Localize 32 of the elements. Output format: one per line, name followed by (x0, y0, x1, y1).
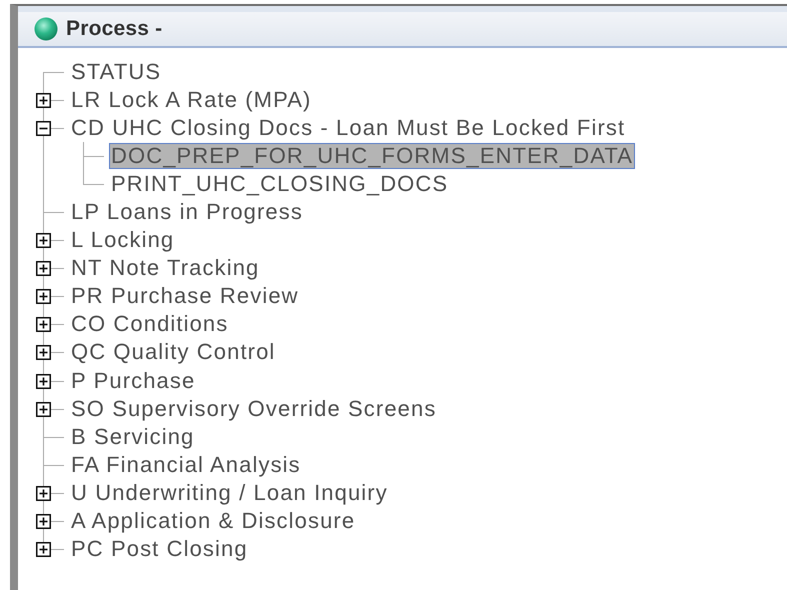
tree-item[interactable]: NT Note Tracking (69, 255, 262, 282)
tree-item[interactable]: PR Purchase Review (69, 283, 301, 310)
tree-item[interactable]: CD UHC Closing Docs - Loan Must Be Locked First (69, 115, 628, 142)
tree-item[interactable]: CO Conditions (69, 311, 230, 338)
expand-toggle[interactable] (36, 289, 51, 304)
tree-item[interactable]: L Locking (69, 227, 176, 254)
tree-item[interactable]: B Servicing (69, 424, 196, 450)
tree-item[interactable]: PRINT_UHC_CLOSING_DOCS (109, 171, 450, 198)
expand-toggle[interactable] (36, 93, 51, 108)
tree-item[interactable]: PC Post Closing (69, 536, 250, 562)
tree-item[interactable]: LP Loans in Progress (69, 199, 305, 226)
tree-item[interactable]: P Purchase (69, 368, 198, 394)
tree-item[interactable]: A Application & Disclosure (69, 508, 358, 534)
tree-item[interactable]: STATUS (69, 59, 164, 86)
status-light-icon (34, 17, 58, 41)
expand-toggle[interactable] (36, 542, 51, 557)
window-title: Process - (66, 17, 162, 41)
expand-toggle[interactable] (36, 514, 51, 529)
collapse-toggle[interactable] (36, 121, 51, 136)
expand-toggle[interactable] (36, 261, 51, 276)
expand-toggle[interactable] (36, 486, 51, 501)
tree-item[interactable]: U Underwriting / Loan Inquiry (69, 480, 390, 506)
expand-toggle[interactable] (36, 345, 51, 360)
expand-toggle[interactable] (36, 233, 51, 248)
expand-toggle[interactable] (36, 317, 51, 332)
tree-item[interactable]: FA Financial Analysis (69, 452, 303, 478)
tree-item[interactable]: DOC_PREP_FOR_UHC_FORMS_ENTER_DATA (109, 143, 636, 170)
expand-toggle[interactable] (36, 374, 51, 389)
tree-item[interactable]: QC Quality Control (69, 339, 278, 366)
expand-toggle[interactable] (36, 402, 51, 417)
tree-item[interactable]: LR Lock A Rate (MPA) (69, 87, 314, 114)
tree-item[interactable]: SO Supervisory Override Screens (69, 396, 438, 422)
